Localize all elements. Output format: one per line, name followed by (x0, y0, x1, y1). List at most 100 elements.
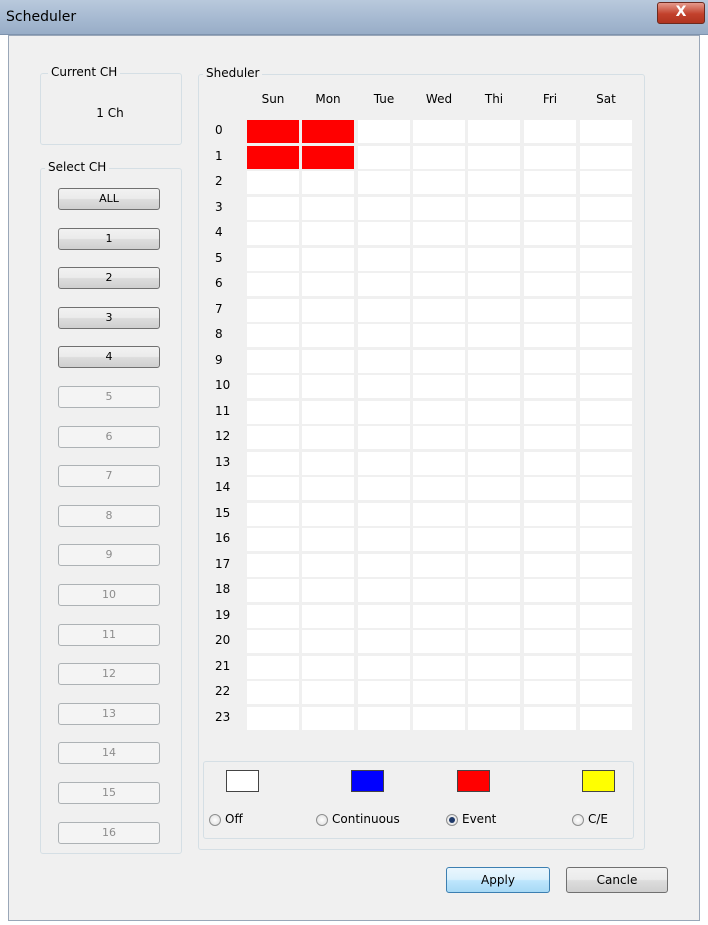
schedule-cell-sun-13[interactable] (247, 451, 299, 475)
schedule-cell-sat-14[interactable] (580, 477, 632, 500)
schedule-cell-sat-17[interactable] (580, 553, 632, 577)
schedule-cell-wed-15[interactable] (413, 502, 465, 526)
radio-c-e[interactable] (572, 814, 584, 826)
schedule-cell-fri-10[interactable] (524, 375, 576, 398)
schedule-cell-wed-1[interactable] (413, 145, 465, 169)
schedule-cell-sun-7[interactable] (247, 298, 299, 322)
schedule-cell-fri-0[interactable] (524, 120, 576, 143)
schedule-cell-mon-19[interactable] (302, 604, 354, 628)
schedule-cell-tue-2[interactable] (358, 171, 410, 194)
schedule-cell-sat-13[interactable] (580, 451, 632, 475)
schedule-cell-tue-1[interactable] (358, 145, 410, 169)
schedule-cell-tue-10[interactable] (358, 375, 410, 398)
schedule-cell-thi-19[interactable] (468, 604, 520, 628)
schedule-cell-tue-20[interactable] (358, 630, 410, 653)
schedule-cell-tue-11[interactable] (358, 400, 410, 424)
schedule-cell-thi-4[interactable] (468, 222, 520, 245)
schedule-cell-tue-8[interactable] (358, 324, 410, 347)
cancel-button[interactable]: Cancle (566, 867, 668, 893)
schedule-cell-wed-13[interactable] (413, 451, 465, 475)
schedule-cell-tue-0[interactable] (358, 120, 410, 143)
schedule-cell-sun-15[interactable] (247, 502, 299, 526)
schedule-cell-fri-19[interactable] (524, 604, 576, 628)
schedule-cell-mon-10[interactable] (302, 375, 354, 398)
schedule-cell-wed-12[interactable] (413, 426, 465, 449)
schedule-cell-sun-16[interactable] (247, 528, 299, 551)
schedule-cell-tue-9[interactable] (358, 349, 410, 373)
schedule-cell-thi-8[interactable] (468, 324, 520, 347)
schedule-cell-sat-0[interactable] (580, 120, 632, 143)
schedule-cell-mon-12[interactable] (302, 426, 354, 449)
schedule-cell-wed-11[interactable] (413, 400, 465, 424)
schedule-cell-mon-13[interactable] (302, 451, 354, 475)
schedule-cell-mon-7[interactable] (302, 298, 354, 322)
schedule-cell-mon-18[interactable] (302, 579, 354, 602)
schedule-cell-wed-19[interactable] (413, 604, 465, 628)
schedule-cell-fri-16[interactable] (524, 528, 576, 551)
schedule-cell-wed-3[interactable] (413, 196, 465, 220)
schedule-cell-thi-6[interactable] (468, 273, 520, 296)
channel-button-1[interactable]: 1 (58, 227, 160, 250)
radio-label-c-e[interactable]: C/E (588, 812, 608, 826)
schedule-cell-tue-14[interactable] (358, 477, 410, 500)
schedule-cell-sun-23[interactable] (247, 706, 299, 730)
schedule-cell-tue-23[interactable] (358, 706, 410, 730)
schedule-cell-sat-19[interactable] (580, 604, 632, 628)
schedule-cell-sun-4[interactable] (247, 222, 299, 245)
schedule-cell-fri-15[interactable] (524, 502, 576, 526)
schedule-cell-wed-9[interactable] (413, 349, 465, 373)
schedule-cell-tue-3[interactable] (358, 196, 410, 220)
schedule-cell-thi-13[interactable] (468, 451, 520, 475)
schedule-cell-sat-6[interactable] (580, 273, 632, 296)
schedule-cell-sun-5[interactable] (247, 247, 299, 271)
schedule-cell-mon-8[interactable] (302, 324, 354, 347)
schedule-cell-thi-17[interactable] (468, 553, 520, 577)
schedule-cell-tue-4[interactable] (358, 222, 410, 245)
schedule-cell-thi-16[interactable] (468, 528, 520, 551)
schedule-cell-mon-14[interactable] (302, 477, 354, 500)
schedule-cell-sun-20[interactable] (247, 630, 299, 653)
schedule-cell-sun-9[interactable] (247, 349, 299, 373)
schedule-cell-mon-2[interactable] (302, 171, 354, 194)
schedule-cell-wed-8[interactable] (413, 324, 465, 347)
apply-button[interactable]: Apply (446, 867, 550, 893)
schedule-cell-mon-17[interactable] (302, 553, 354, 577)
schedule-cell-sat-10[interactable] (580, 375, 632, 398)
schedule-cell-fri-4[interactable] (524, 222, 576, 245)
schedule-cell-fri-12[interactable] (524, 426, 576, 449)
schedule-cell-wed-21[interactable] (413, 655, 465, 679)
schedule-cell-sun-21[interactable] (247, 655, 299, 679)
schedule-cell-sun-19[interactable] (247, 604, 299, 628)
schedule-cell-wed-5[interactable] (413, 247, 465, 271)
schedule-cell-tue-5[interactable] (358, 247, 410, 271)
schedule-cell-mon-15[interactable] (302, 502, 354, 526)
schedule-cell-fri-14[interactable] (524, 477, 576, 500)
radio-label-event[interactable]: Event (462, 812, 496, 826)
schedule-cell-thi-21[interactable] (468, 655, 520, 679)
schedule-cell-sat-7[interactable] (580, 298, 632, 322)
schedule-cell-sun-17[interactable] (247, 553, 299, 577)
schedule-cell-sat-4[interactable] (580, 222, 632, 245)
schedule-cell-fri-5[interactable] (524, 247, 576, 271)
schedule-cell-sat-15[interactable] (580, 502, 632, 526)
schedule-cell-sun-3[interactable] (247, 196, 299, 220)
schedule-cell-tue-15[interactable] (358, 502, 410, 526)
schedule-cell-fri-23[interactable] (524, 706, 576, 730)
schedule-cell-thi-23[interactable] (468, 706, 520, 730)
schedule-cell-sun-22[interactable] (247, 681, 299, 704)
schedule-cell-tue-6[interactable] (358, 273, 410, 296)
schedule-cell-sat-5[interactable] (580, 247, 632, 271)
schedule-cell-fri-21[interactable] (524, 655, 576, 679)
schedule-cell-fri-9[interactable] (524, 349, 576, 373)
schedule-cell-sun-14[interactable] (247, 477, 299, 500)
schedule-cell-mon-22[interactable] (302, 681, 354, 704)
schedule-cell-sat-8[interactable] (580, 324, 632, 347)
schedule-cell-mon-20[interactable] (302, 630, 354, 653)
schedule-cell-mon-9[interactable] (302, 349, 354, 373)
schedule-cell-mon-16[interactable] (302, 528, 354, 551)
schedule-cell-sun-11[interactable] (247, 400, 299, 424)
schedule-cell-sun-0[interactable] (247, 120, 299, 143)
radio-continuous[interactable] (316, 814, 328, 826)
schedule-cell-sun-2[interactable] (247, 171, 299, 194)
schedule-cell-mon-21[interactable] (302, 655, 354, 679)
